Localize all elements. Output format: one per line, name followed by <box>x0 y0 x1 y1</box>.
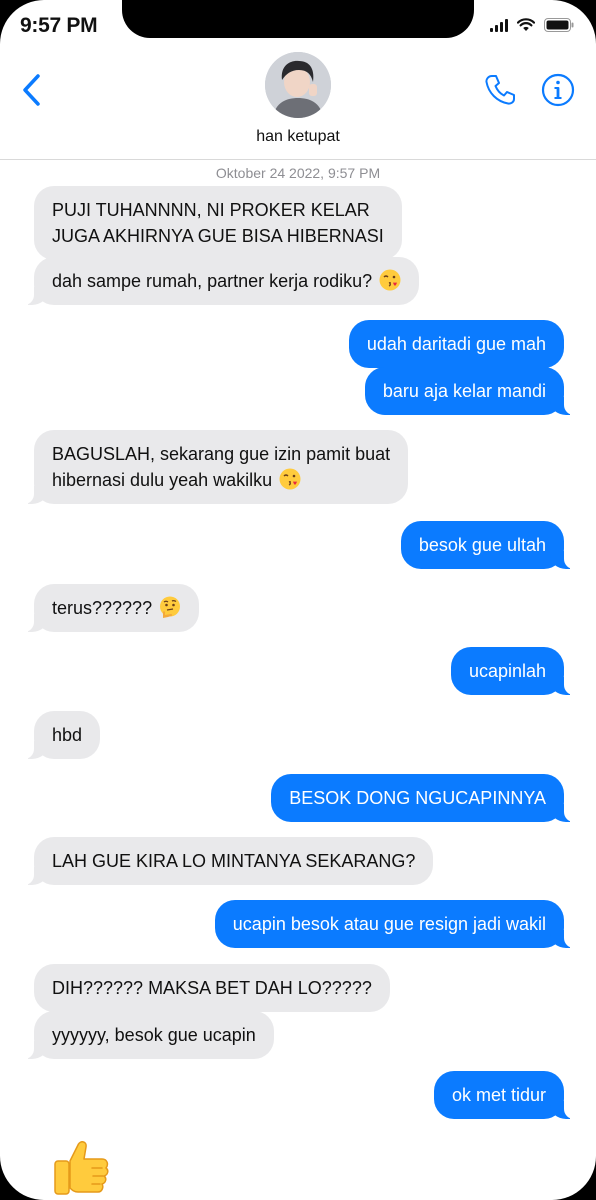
message-text-line: JUGA AKHIRNYA GUE BISA HIBERNASI <box>52 226 384 246</box>
kissing-face-emoji <box>279 468 301 490</box>
message-text: ucapinlah <box>468 661 546 681</box>
status-icons <box>490 18 574 32</box>
message-text: ucapin besok atau gue resign jadi wakil <box>232 914 546 934</box>
back-button[interactable] <box>18 70 48 110</box>
incoming-message[interactable]: DIH?????? MAKSA BET DAH LO????? <box>34 964 390 1012</box>
message-text: hbd <box>52 725 83 745</box>
wifi-icon <box>517 18 535 31</box>
message-text: besok gue ultah <box>418 535 546 555</box>
incoming-message[interactable]: terus?????? <box>23 584 200 632</box>
info-icon <box>541 73 575 107</box>
thumbs-up-emoji[interactable] <box>52 1137 110 1199</box>
call-button[interactable] <box>482 72 518 108</box>
message-text-line: PUJI TUHANNNN, NI PROKER KELAR <box>52 200 370 220</box>
thinking-face-emoji <box>160 596 181 618</box>
message-text: udah daritadi gue mah <box>366 334 546 354</box>
message-text: dah sampe rumah, partner kerja rodiku? <box>52 271 373 291</box>
signal-icon <box>490 18 508 32</box>
outgoing-message[interactable]: udah daritadi gue mah <box>348 320 564 368</box>
status-time: 9:57 PM <box>20 14 98 37</box>
message-text: yyyyyy, besok gue ucapin <box>52 1025 256 1045</box>
status-bar: 9:57 PM <box>0 0 596 52</box>
device-notch <box>122 0 474 38</box>
chevron-left-icon <box>23 74 40 106</box>
contact-name[interactable]: han ketupat <box>0 128 596 146</box>
message-text-line: hibernasi dulu yeah wakilku <box>52 470 273 490</box>
messages-screen: 9:57 PM han ketupat Oktober 24 2022, 9:5… <box>0 0 596 1200</box>
message-thread[interactable]: Oktober 24 2022, 9:57 PM PUJI TUHANNNN, … <box>0 161 596 1200</box>
phone-icon <box>485 75 515 105</box>
incoming-message[interactable]: dah sampe rumah, partner kerja rodiku? <box>23 257 420 305</box>
message-text: baru aja kelar mandi <box>382 381 546 401</box>
incoming-message[interactable]: PUJI TUHANNNN, NI PROKER KELAR JUGA AKHI… <box>34 186 402 260</box>
message-text-line: BAGUSLAH, sekarang gue izin pamit buat <box>52 444 391 464</box>
outgoing-message[interactable]: baru aja kelar mandi <box>364 367 575 415</box>
contact-avatar[interactable] <box>265 52 331 118</box>
conversation-header: han ketupat <box>0 52 596 160</box>
battery-icon <box>544 18 574 32</box>
message-text: BESOK DONG NGUCAPINNYA <box>289 788 546 808</box>
avatar-portrait-icon <box>265 52 331 118</box>
outgoing-message[interactable]: besok gue ultah <box>400 521 575 569</box>
incoming-message[interactable]: BAGUSLAH, sekarang gue izin pamit buat h… <box>23 430 409 504</box>
incoming-message[interactable]: hbd <box>23 711 101 759</box>
outgoing-message[interactable]: ok met tidur <box>433 1071 575 1119</box>
message-text: terus?????? <box>52 598 153 618</box>
message-text: DIH?????? MAKSA BET DAH LO????? <box>52 978 372 998</box>
outgoing-message[interactable]: ucapinlah <box>450 647 575 695</box>
thread-timestamp: Oktober 24 2022, 9:57 PM <box>215 165 381 181</box>
message-text: LAH GUE KIRA LO MINTANYA SEKARANG? <box>52 851 416 871</box>
message-text: ok met tidur <box>451 1085 546 1105</box>
outgoing-message[interactable]: ucapin besok atau gue resign jadi wakil <box>214 900 575 948</box>
incoming-message[interactable]: yyyyyy, besok gue ucapin <box>24 1011 274 1059</box>
kissing-face-emoji <box>379 269 401 291</box>
incoming-message[interactable]: LAH GUE KIRA LO MINTANYA SEKARANG? <box>23 837 434 885</box>
info-button[interactable] <box>540 72 576 108</box>
outgoing-message[interactable]: BESOK DONG NGUCAPINNYA <box>271 774 574 822</box>
